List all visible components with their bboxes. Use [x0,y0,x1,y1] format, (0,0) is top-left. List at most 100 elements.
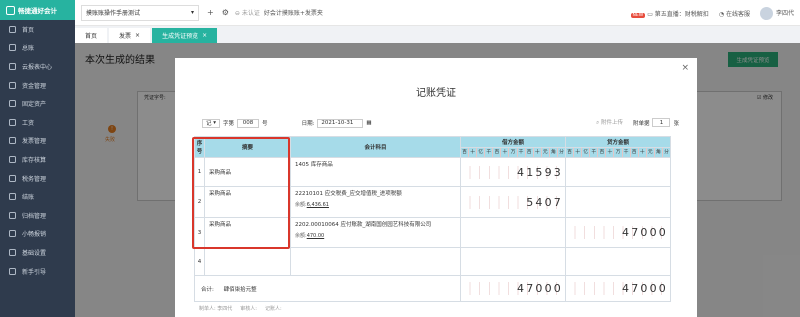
gear-icon[interactable]: ⚙ [222,8,229,17]
sidebar-item-11[interactable]: 小畅报销 [0,225,75,244]
digit-unit: 元 [645,148,654,157]
money-icon [9,81,16,89]
digit-unit: 千 [621,148,630,157]
tab-voucher-preview[interactable]: 生成凭证预览 × [152,28,218,43]
credit-cell[interactable] [565,247,671,276]
sidebar-item-13[interactable]: 新手引导 [0,262,75,281]
sidebar: 畅捷通好会计 首页 总账云报表中心资金管理固定资产工资发票管理库存核算税务管理 结账… [0,0,75,317]
credit-cell[interactable] [565,186,671,218]
logo-icon [6,5,15,15]
asset-icon [9,100,16,108]
settings-icon [9,248,16,256]
sidebar-item-5[interactable]: 工资 [0,113,75,132]
add-icon[interactable]: + [207,8,214,17]
digit-unit: 十 [573,148,581,157]
tab-home[interactable]: 首页 [75,28,108,43]
credit-cell[interactable] [565,157,671,187]
course-link[interactable]: NEW ▭ 第五直播：财税解扣 [630,9,709,18]
sidebar-item-label: 归档管理 [22,212,47,220]
debit-digit-units: 百十亿千百十万千百十元角分 [460,147,566,158]
sidebar-item-10[interactable]: 归档管理 [0,206,75,225]
close-icon[interactable]: × [681,63,689,73]
digit-unit: 十 [532,148,541,157]
attachment-unit: 张 [673,120,679,127]
debit-cell[interactable]: 41593 [460,157,566,187]
expense-icon [9,230,16,238]
report-icon [9,62,16,70]
sidebar-item-label: 基础设置 [22,249,47,257]
sidebar-item-label: 小畅报销 [22,231,47,239]
subject-cell[interactable]: 22210101 应交税费_应交增值税_进项税额 余额:6,436.61 [290,186,461,218]
sidebar-item-1[interactable]: 总账 [0,39,75,58]
summary-cell[interactable] [204,247,291,276]
maker-name: 李四代 [217,306,233,312]
attachment-count-input[interactable]: 1 [652,118,671,127]
balance-text: 余额:6,436.61 [295,202,329,208]
sidebar-item-label: 发票管理 [22,138,47,146]
headset-icon: ◔ [718,10,726,18]
sidebar-item-label: 库存核算 [22,156,47,164]
digit-unit: 百 [524,148,533,157]
digit-unit: 百 [597,148,605,157]
attachment-upload-link[interactable]: ⌕ 附件上传 [596,118,623,127]
digit-unit: 百 [567,150,572,155]
digit-unit: 十 [468,148,476,157]
salary-icon [9,118,16,126]
sidebar-item-3[interactable]: 资金管理 [0,76,75,95]
debit-cell[interactable]: 5407 [460,186,566,218]
digit-unit: 角 [653,148,662,157]
no-label: 号 [262,121,268,127]
sidebar-item-label: 固定资产 [22,101,47,109]
service-link[interactable]: ◔ 在线客服 [719,9,750,18]
subject-cell[interactable] [290,247,461,276]
credit-cell[interactable]: 47000 [565,217,671,248]
total-words: 肆佰柒拾元整 [223,286,257,293]
total-label: 合计: [201,286,214,293]
sidebar-item-8[interactable]: 税务管理 [0,169,75,188]
voucher-footer: 制单人: 李四代 审核人: 记账人: [199,306,282,312]
total-debit: 47000 [461,282,565,295]
subject-cell[interactable]: 1405 库存商品 [290,157,461,187]
sidebar-item-7[interactable]: 库存核算 [0,150,75,169]
user-menu[interactable]: 李四代 [759,6,794,20]
digit-unit: 百 [462,150,467,155]
digit-unit: 分 [556,148,565,157]
voucher-number-input[interactable]: 008 [237,118,260,128]
debit-cell[interactable] [460,247,566,276]
topbar: 摸账账操作手册测试 ▾ + ⚙ ⊖ 未认证 好会计摸账账+发票夹 NEW ▭ 第五… [75,0,800,26]
account-selector[interactable]: 摸账账操作手册测试 ▾ [81,4,199,21]
notice-text[interactable]: 好会计摸账账+发票夹 [264,8,323,17]
app-logo[interactable]: 畅捷通好会计 [0,0,75,20]
sidebar-item-12[interactable]: 基础设置 [0,243,75,262]
digit-unit: 亿 [581,148,589,157]
close-period-icon [9,193,16,201]
sidebar-item-9[interactable]: 结账 [0,187,75,206]
total-row: 合计: 肆佰柒拾元整 47000 47000 [194,275,671,302]
digit-unit: 十 [500,148,508,157]
header-credit: 贷方金额 [565,136,671,148]
auth-status[interactable]: ⊖ 未认证 [235,8,260,17]
sidebar-item-0[interactable]: 首页 [0,20,75,39]
calendar-icon[interactable]: ▦ [366,120,371,126]
sidebar-item-6[interactable]: 发票管理 [0,132,75,151]
close-icon[interactable]: × [202,32,207,39]
date-input[interactable]: 2021-10-31 [317,118,364,128]
close-icon[interactable]: × [135,32,140,39]
tab-invoice[interactable]: 发票 × [109,28,151,43]
date-label: 日期: [301,121,315,127]
voucher-word-select[interactable]: 记 ▾ [202,118,221,128]
sidebar-item-label: 资金管理 [22,82,47,90]
digit-unit: 十 [637,148,646,157]
digit-unit: 亿 [476,148,484,157]
chevron-down-icon: ▾ [190,9,194,16]
voucher-meta: 记 ▾ 字第 008 号 日期: 2021-10-31 ▦ ⌕ 附件上传 附单据… [199,118,679,128]
sidebar-item-label: 工资 [22,119,35,127]
subject-cell[interactable]: 2202.00010064 应付账款_湖南国创园艺科技有限公司 余额:470.0… [290,217,461,248]
debit-cell[interactable] [460,217,566,248]
sidebar-item-2[interactable]: 云报表中心 [0,57,75,76]
table-row[interactable]: 4 [194,247,671,276]
digit-unit: 百 [492,148,500,157]
sidebar-item-label: 云报表中心 [22,63,53,71]
digit-unit: 千 [484,148,492,157]
sidebar-item-4[interactable]: 固定资产 [0,94,75,113]
